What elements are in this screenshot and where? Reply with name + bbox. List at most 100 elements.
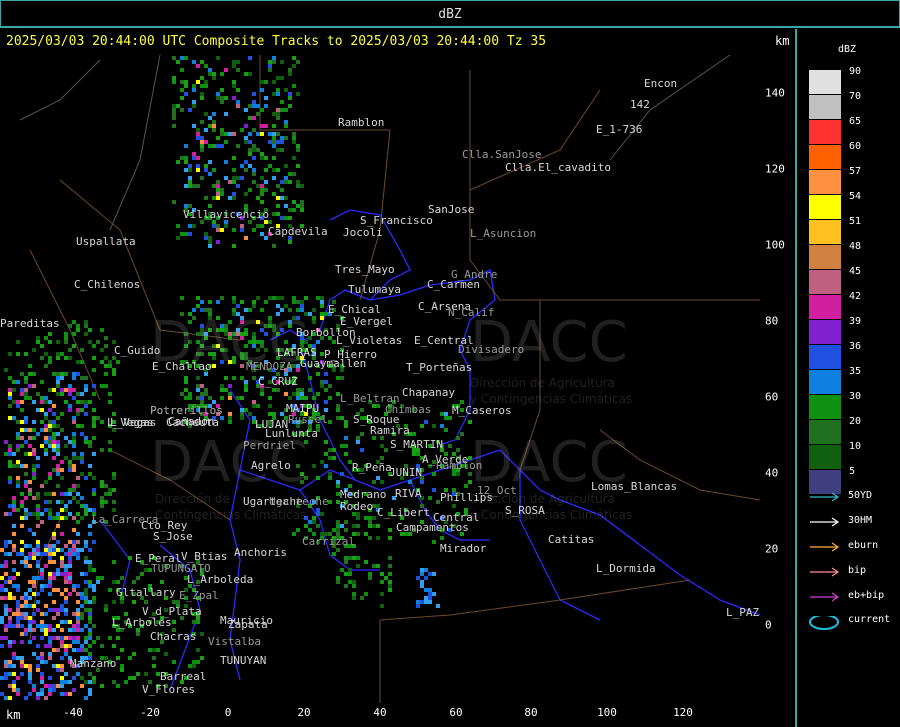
radar-cell — [12, 504, 16, 508]
radar-cell — [320, 316, 324, 320]
radar-cell — [32, 428, 36, 432]
radar-cell — [324, 380, 328, 384]
radar-cell — [232, 176, 236, 180]
radar-cell — [32, 688, 36, 692]
watermark-brand: DACC — [150, 430, 308, 495]
radar-cell — [8, 460, 12, 464]
radar-cell — [84, 648, 88, 652]
radar-cell — [68, 540, 72, 544]
radar-cell — [72, 436, 76, 440]
radar-cell — [32, 372, 36, 376]
radar-cell — [72, 376, 76, 380]
radar-cell — [320, 300, 324, 304]
radar-cell — [32, 452, 36, 456]
radar-cell — [60, 508, 64, 512]
radar-cell — [48, 688, 52, 692]
radar-cell — [84, 596, 88, 600]
radar-cell — [80, 452, 84, 456]
radar-cell — [64, 636, 68, 640]
radar-cell — [76, 408, 80, 412]
radar-cell — [216, 300, 220, 304]
radar-cell — [44, 584, 48, 588]
radar-cell — [80, 456, 84, 460]
radar-cell — [224, 68, 228, 72]
radar-cell — [200, 120, 204, 124]
radar-cell — [316, 296, 320, 300]
radar-cell — [88, 532, 92, 536]
radar-cell — [68, 464, 72, 468]
radar-cell — [320, 512, 324, 516]
radar-cell — [44, 448, 48, 452]
radar-cell — [76, 612, 80, 616]
radar-cell — [120, 600, 124, 604]
radar-cell — [80, 628, 84, 632]
radar-cell — [92, 676, 96, 680]
radar-cell — [72, 544, 76, 548]
radar-cell — [352, 592, 356, 596]
radar-cell — [220, 132, 224, 136]
place-label: Cacheuta — [166, 416, 219, 429]
radar-cell — [104, 336, 108, 340]
radar-cell — [180, 108, 184, 112]
radar-cell — [44, 396, 48, 400]
radar-map[interactable]: RamblonEnconE_1-736142Clla.SanJoseClla.E… — [0, 55, 797, 703]
x-tick-label: 80 — [524, 706, 538, 719]
radar-cell — [92, 420, 96, 424]
radar-cell — [44, 500, 48, 504]
radar-cell — [200, 632, 204, 636]
radar-cell — [232, 132, 236, 136]
radar-cell — [68, 552, 72, 556]
radar-cell — [372, 524, 376, 528]
radar-cell — [116, 656, 120, 660]
radar-cell — [36, 464, 40, 468]
radar-cell — [56, 468, 60, 472]
place-label: L_Arboles — [112, 616, 172, 629]
radar-cell — [36, 664, 40, 668]
radar-cell — [112, 372, 116, 376]
radar-cell — [428, 596, 432, 600]
radar-cell — [272, 124, 276, 128]
radar-cell — [92, 596, 96, 600]
radar-cell — [88, 472, 92, 476]
radar-cell — [112, 580, 116, 584]
radar-cell — [80, 648, 84, 652]
radar-cell — [328, 476, 332, 480]
radar-cell — [76, 392, 80, 396]
radar-cell — [8, 452, 12, 456]
radar-cell — [20, 596, 24, 600]
radar-cell — [84, 640, 88, 644]
radar-cell — [444, 416, 448, 420]
radar-cell — [56, 448, 60, 452]
radar-cell — [16, 352, 20, 356]
radar-cell — [344, 444, 348, 448]
radar-cell — [344, 520, 348, 524]
radar-cell — [16, 400, 20, 404]
radar-cell — [40, 660, 44, 664]
radar-cell — [8, 592, 12, 596]
radar-cell — [56, 440, 60, 444]
radar-cell — [272, 192, 276, 196]
radar-cell — [388, 564, 392, 568]
radar-cell — [36, 540, 40, 544]
radar-cell — [68, 556, 72, 560]
radar-cell — [92, 540, 96, 544]
legend-swatch — [809, 295, 841, 319]
radar-cell — [40, 576, 44, 580]
radar-cell — [44, 424, 48, 428]
radar-cell — [76, 328, 80, 332]
radar-cell — [296, 204, 300, 208]
legend-swatch — [809, 145, 841, 169]
radar-cell — [448, 444, 452, 448]
radar-cell — [56, 416, 60, 420]
radar-cell — [196, 384, 200, 388]
radar-cell — [212, 144, 216, 148]
radar-cell — [184, 144, 188, 148]
radar-cell — [48, 676, 52, 680]
radar-cell — [232, 80, 236, 84]
radar-cell — [212, 120, 216, 124]
radar-cell — [196, 184, 200, 188]
radar-cell — [276, 112, 280, 116]
radar-cell — [196, 296, 200, 300]
radar-cell — [204, 80, 208, 84]
radar-cell — [296, 60, 300, 64]
